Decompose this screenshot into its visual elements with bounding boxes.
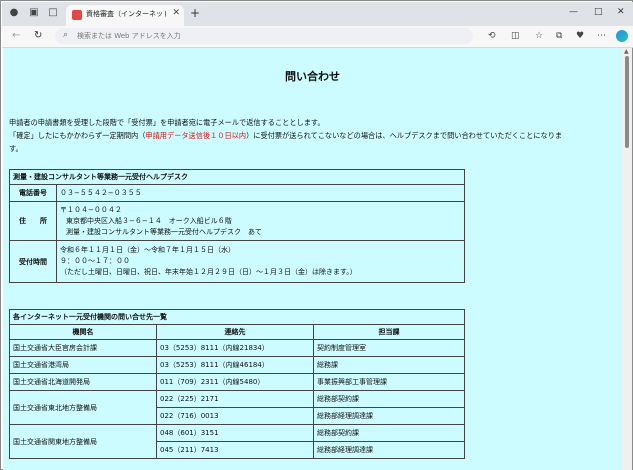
close-tab-icon[interactable]: ✕	[172, 8, 180, 18]
deadline-text: 申請用データ送信後１０日以内	[145, 131, 247, 140]
tab-bar: ● ▣ □ 資格審査（インターネット一元受付） ✕ + — □ ✕	[2, 2, 633, 26]
profile-icon[interactable]: ●	[8, 7, 20, 19]
more-icon[interactable]: ⋯	[597, 31, 606, 41]
intro-line-3: す。	[9, 144, 23, 153]
intro-line-1: 申請者の申請書類を受理した段階で「受付票」を申請者宛に電子メールで返信することと…	[9, 118, 325, 127]
scroll-up-icon[interactable]: ▲	[624, 48, 629, 55]
new-tab-icon[interactable]: +	[190, 6, 200, 20]
address-bar: ← ↻ ⌕ 検索または Web アドレスを入力 ⟲ ◫ ☆ ⧉ ♥ ⋯	[2, 26, 633, 48]
favorites-icon[interactable]: ☆	[535, 31, 543, 41]
helpdesk-table: 測量・建設コンサルタント等業務一元受付ヘルプデスク 電話番号 ０３−５５４２−０…	[9, 169, 465, 283]
url-placeholder: 検索または Web アドレスを入力	[77, 32, 181, 40]
address-value: 〒１０４−００４２ 東京都中央区入船３−６−１４ オーク入船ビル６階 測量・建設…	[56, 201, 465, 241]
helpdesk-caption: 測量・建設コンサルタント等業務一元受付ヘルプデスク	[9, 169, 465, 185]
hours-label: 受付時間	[9, 240, 57, 283]
table-row: 国土交通省関東地方整備局 048（601）3151 総務部契約課	[9, 424, 465, 459]
browser-window: ● ▣ □ 資格審査（インターネット一元受付） ✕ + — □ ✕ ← ↻ ⌕ …	[0, 0, 633, 470]
header-phone: 連絡先	[156, 324, 314, 340]
minimize-icon[interactable]: —	[569, 7, 578, 17]
page-title: 問い合わせ	[285, 70, 340, 83]
close-window-icon[interactable]: ✕	[617, 7, 625, 17]
intro-line-2: 「確定」したにもかかわらず一定期間内（申請用データ送信後１０日以内）に受付票が送…	[9, 131, 563, 140]
vertical-scrollbar[interactable]: ▲	[622, 48, 632, 470]
extensions-icon[interactable]: ⟲	[488, 31, 496, 41]
phone-label: 電話番号	[9, 184, 57, 202]
table-row: 国土交通省北海道開発局 011（709）2311（内線5480） 事業振興部工事…	[9, 373, 465, 391]
split-screen-icon[interactable]: ◫	[511, 31, 520, 41]
collections-button-icon[interactable]: ⧉	[556, 31, 562, 41]
maximize-icon[interactable]: □	[594, 7, 603, 17]
site-favicon-icon	[72, 10, 82, 20]
tab-title: 資格審査（インターネット一元受付）	[86, 10, 166, 18]
table-row: 国土交通省港湾局 03（5253）8111（内線46184） 総務課	[9, 356, 465, 374]
phone-value: ０３−５５４２−０３５５	[56, 184, 465, 202]
search-icon: ⌕	[63, 30, 69, 40]
tab-active[interactable]: 資格審査（インターネット一元受付） ✕	[66, 5, 184, 26]
header-org: 機関名	[9, 324, 157, 340]
page-content: 問い合わせ 申請者の申請書類を受理した段階で「受付票」を申請者宛に電子メールで返…	[3, 48, 622, 470]
collections-icon[interactable]: ▣	[28, 7, 40, 19]
back-icon[interactable]: ←	[12, 30, 20, 41]
header-dept: 担当課	[313, 324, 465, 340]
copilot-icon[interactable]	[616, 30, 628, 42]
hours-value: 令和６年１１月１日（金）〜令和７年１月１５日（水） ９：００〜１７：００ （ただ…	[56, 240, 465, 283]
contacts-caption: 各インターネット一元受付機関の問い合せ先一覧	[9, 309, 465, 325]
refresh-icon[interactable]: ↻	[34, 30, 42, 41]
browser-essentials-icon[interactable]: ♥	[576, 31, 584, 41]
contacts-table: 各インターネット一元受付機関の問い合せ先一覧 機関名 連絡先 担当課 国土交通省…	[9, 309, 465, 459]
scroll-thumb[interactable]	[625, 56, 629, 148]
table-row: 国土交通省東北地方整備局 022（225）2171 総務部契約課	[9, 390, 465, 425]
table-row: 国土交通省大臣官房会計課 03（5253）8111（内線21834） 契約制度管…	[9, 339, 465, 357]
tab-actions-icon[interactable]: □	[47, 7, 59, 19]
address-label: 住 所	[9, 201, 57, 241]
url-input[interactable]: ⌕ 検索または Web アドレスを入力	[55, 28, 473, 44]
